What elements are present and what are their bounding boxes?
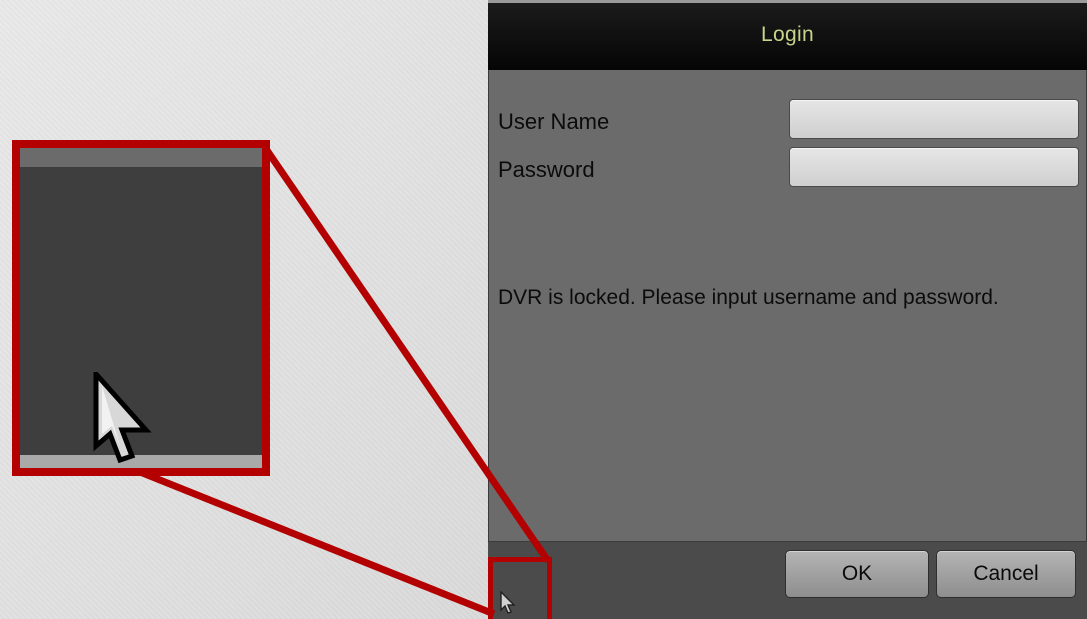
dialog-footer: OK Cancel: [488, 541, 1087, 619]
password-input[interactable]: [789, 147, 1079, 187]
zoom-magnifier: [12, 140, 270, 476]
login-dialog: Login User Name Password DVR is locked. …: [488, 0, 1087, 619]
mouse-pointer-icon: [500, 591, 516, 614]
dialog-titlebar: Login: [488, 0, 1087, 70]
lock-message: DVR is locked. Please input username and…: [498, 286, 999, 309]
mouse-pointer-icon: [93, 372, 152, 464]
user-name-label: User Name: [498, 109, 610, 134]
cancel-button[interactable]: Cancel: [936, 550, 1076, 598]
password-label: Password: [498, 157, 595, 182]
zoom-top-strip: [20, 148, 262, 167]
user-name-input[interactable]: [789, 99, 1079, 139]
ok-button[interactable]: OK: [785, 550, 929, 598]
cursor-highlight-box: [488, 557, 552, 619]
dialog-title: Login: [761, 23, 814, 46]
